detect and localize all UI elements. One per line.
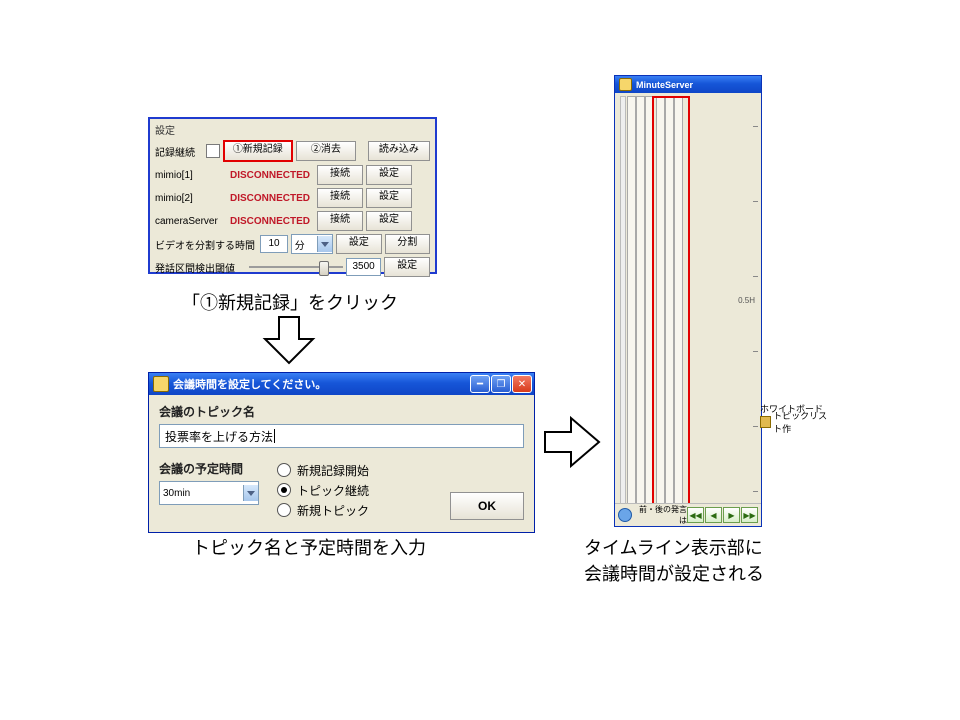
video-split-set-button[interactable]: 設定 bbox=[336, 234, 381, 254]
topic-name-value: 投票率を上げる方法 bbox=[165, 428, 273, 445]
video-split-label: ビデオを分割する時間 bbox=[155, 237, 257, 252]
timeline-highlight bbox=[652, 96, 690, 508]
settings-section-label: 設定 bbox=[155, 122, 430, 137]
device-row: cameraServer DISCONNECTED 接続 設定 bbox=[155, 211, 430, 231]
side-topiclist-button[interactable]: トピックリスト作 bbox=[760, 415, 828, 429]
device-connect-button[interactable]: 接続 bbox=[317, 188, 363, 208]
device-status: DISCONNECTED bbox=[230, 216, 314, 227]
video-split-unit-select[interactable]: 分 bbox=[291, 234, 333, 254]
device-config-button[interactable]: 設定 bbox=[366, 165, 412, 185]
caption-step2: トピック名と予定時間を入力 bbox=[192, 534, 426, 560]
radio-new-topic[interactable] bbox=[277, 503, 291, 517]
arrow-down-icon bbox=[261, 315, 317, 365]
rewind-button[interactable]: ◀◀ bbox=[687, 507, 704, 523]
duration-select[interactable]: 30min bbox=[159, 481, 259, 505]
video-split-value-input[interactable]: 10 bbox=[260, 235, 288, 253]
device-name: mimio[1] bbox=[155, 170, 227, 181]
minimize-button[interactable]: ━ bbox=[470, 375, 490, 393]
duration-value: 30min bbox=[163, 488, 190, 499]
caption-step3: タイムライン表示部に 会議時間が設定される bbox=[584, 534, 764, 586]
settings-panel: 設定 記録継続 ①新規記録 ②消去 読み込み mimio[1] DISCONNE… bbox=[148, 117, 437, 274]
folder-icon bbox=[760, 416, 771, 428]
device-name: mimio[2] bbox=[155, 193, 227, 204]
read-button[interactable]: 読み込み bbox=[368, 141, 430, 161]
record-continue-label: 記録継続 bbox=[155, 144, 203, 159]
ok-button[interactable]: OK bbox=[450, 492, 524, 520]
mode-radio-group: 新規記録開始 トピック継続 新規トピック bbox=[277, 460, 432, 520]
video-split-unit-value: 分 bbox=[295, 237, 305, 252]
duration-label: 会議の予定時間 bbox=[159, 460, 259, 477]
device-config-button[interactable]: 設定 bbox=[366, 188, 412, 208]
chevron-down-icon bbox=[243, 485, 258, 501]
device-status: DISCONNECTED bbox=[230, 170, 314, 181]
device-config-button[interactable]: 設定 bbox=[366, 211, 412, 231]
meeting-time-dialog: 会議時間を設定してください。 ━ ❐ ✕ 会議のトピック名 投票率を上げる方法 … bbox=[148, 372, 535, 533]
timeline-titlebar: MinuteServer bbox=[615, 76, 761, 93]
caption-step1: 「①新規記録」をクリック bbox=[182, 289, 398, 315]
new-record-button[interactable]: ①新規記録 bbox=[223, 140, 293, 162]
video-split-button[interactable]: 分割 bbox=[385, 234, 430, 254]
radio-topic-continue[interactable] bbox=[277, 483, 291, 497]
chevron-down-icon bbox=[317, 236, 332, 252]
back-button[interactable]: ◀ bbox=[705, 507, 722, 523]
threshold-set-button[interactable]: 設定 bbox=[384, 257, 430, 277]
radio-topic-continue-label: トピック継続 bbox=[297, 482, 369, 499]
device-connect-button[interactable]: 接続 bbox=[317, 165, 363, 185]
threshold-value-input[interactable]: 3500 bbox=[346, 258, 382, 276]
dialog-title: 会議時間を設定してください。 bbox=[173, 376, 326, 392]
settings-panel-body: 設定 記録継続 ①新規記録 ②消去 読み込み mimio[1] DISCONNE… bbox=[150, 119, 435, 280]
threshold-slider[interactable] bbox=[249, 259, 343, 275]
topic-name-input[interactable]: 投票率を上げる方法 bbox=[159, 424, 524, 448]
timeline-window: MinuteServer 0.5H ホワイトボード トピックリスト作 前・後の発… bbox=[614, 75, 762, 527]
topic-name-label: 会議のトピック名 bbox=[159, 403, 524, 420]
timeline-side-buttons: ホワイトボード トピックリスト作 bbox=[760, 401, 828, 429]
device-row: mimio[2] DISCONNECTED 接続 設定 bbox=[155, 188, 430, 208]
radio-new-topic-label: 新規トピック bbox=[297, 502, 369, 519]
timeline-bottom-panel: 前・後の発言は ◀◀ ◀ ▶ ▶▶ bbox=[615, 503, 761, 526]
radio-new-record-label: 新規記録開始 bbox=[297, 462, 369, 479]
device-connect-button[interactable]: 接続 bbox=[317, 211, 363, 231]
device-name: cameraServer bbox=[155, 216, 227, 227]
forward-button[interactable]: ▶ bbox=[723, 507, 740, 523]
device-row: mimio[1] DISCONNECTED 接続 設定 bbox=[155, 165, 430, 185]
clear-button[interactable]: ②消去 bbox=[296, 141, 356, 161]
timeline-area: 0.5H ホワイトボード トピックリスト作 bbox=[618, 96, 758, 504]
timeline-bottom-label: 前・後の発言は bbox=[632, 504, 687, 526]
threshold-label: 発話区間検出閾値 bbox=[155, 260, 246, 275]
timeline-tick-label: 0.5H bbox=[738, 296, 755, 305]
dialog-titlebar: 会議時間を設定してください。 ━ ❐ ✕ bbox=[149, 373, 534, 395]
close-button[interactable]: ✕ bbox=[512, 375, 532, 393]
speaker-icon bbox=[618, 508, 632, 522]
fast-forward-button[interactable]: ▶▶ bbox=[741, 507, 758, 523]
radio-new-record[interactable] bbox=[277, 463, 291, 477]
app-icon bbox=[153, 376, 169, 392]
timeline-title: MinuteServer bbox=[636, 80, 693, 90]
maximize-button[interactable]: ❐ bbox=[491, 375, 511, 393]
record-continue-checkbox[interactable] bbox=[206, 144, 220, 158]
arrow-right-icon bbox=[543, 414, 601, 470]
app-icon bbox=[619, 78, 632, 91]
device-status: DISCONNECTED bbox=[230, 193, 314, 204]
